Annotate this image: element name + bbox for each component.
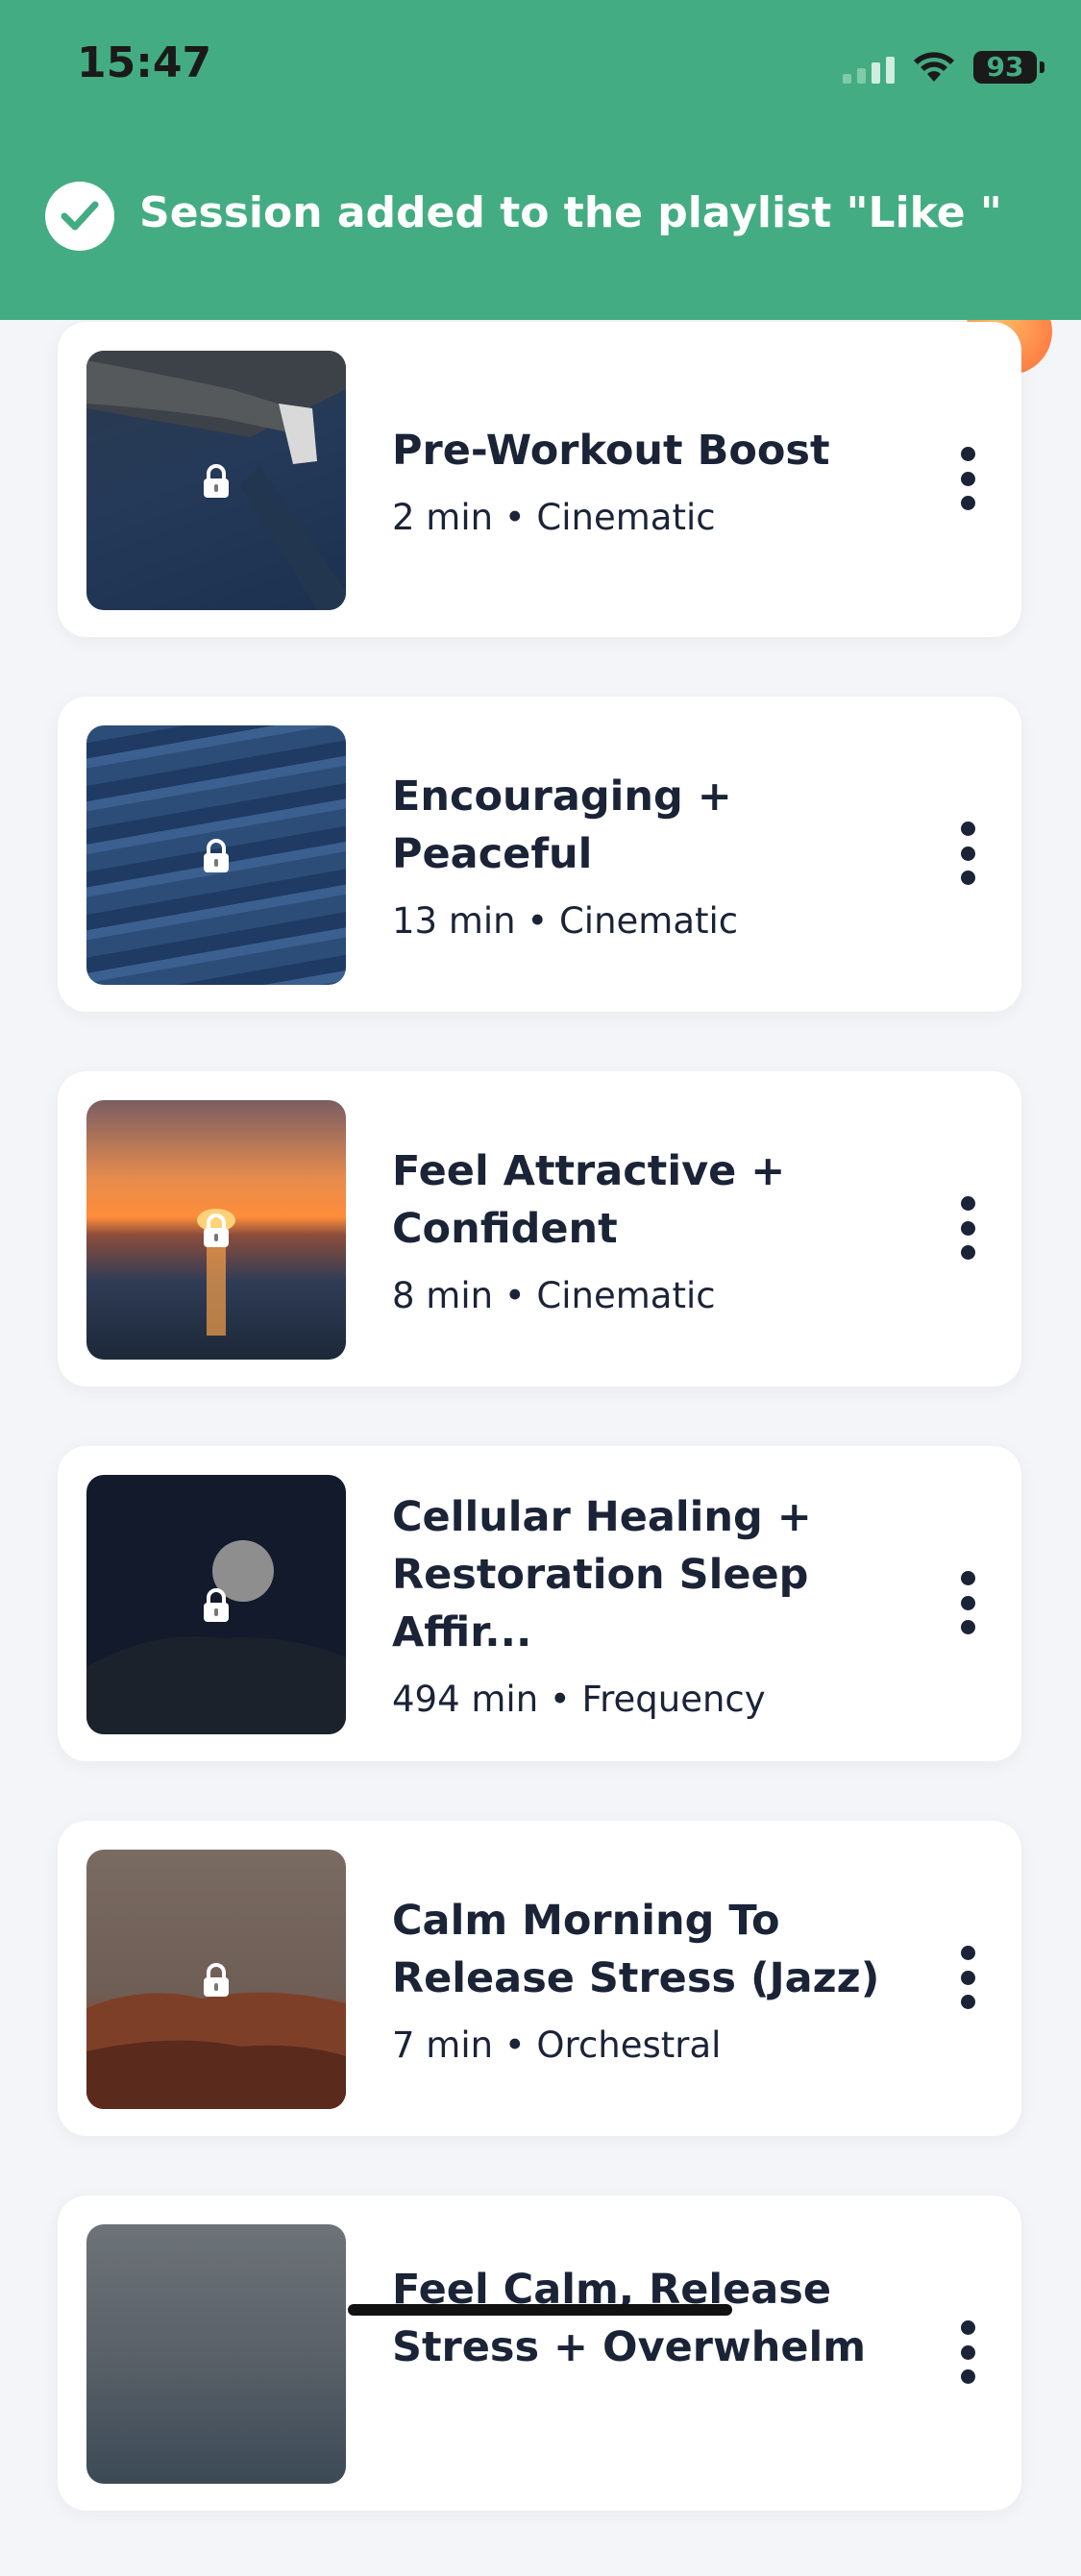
session-title: Calm Morning To Release Stress (Jazz) [392,1896,880,2002]
session-meta: 494 min • Frequency [392,1678,766,1720]
session-card[interactable]: Feel Calm, Release Stress + Overwhelm [58,2196,1021,2511]
toast-banner[interactable]: 15:47 93 Session added to the playlist "… [0,0,1081,320]
cellular-signal-icon [843,51,895,84]
session-meta: 13 min • Cinematic [392,899,739,942]
session-card[interactable]: Pre-Workout Boost 2 min • Cinematic [58,322,1021,637]
more-options-icon[interactable] [960,2320,975,2384]
session-thumbnail [86,1475,346,1734]
more-options-icon[interactable] [960,1196,975,1260]
session-meta: 2 min • Cinematic [392,496,716,538]
session-title: Encouraging + Peaceful [392,772,732,878]
status-time: 15:47 [77,38,212,87]
session-thumbnail [86,1100,346,1360]
session-card[interactable]: Encouraging + Peaceful 13 min • Cinemati… [58,697,1021,1012]
lock-icon [204,464,229,498]
session-title: Feel Attractive + Confident [392,1146,786,1253]
session-card[interactable]: Calm Morning To Release Stress (Jazz) 7 … [58,1821,1021,2136]
lock-icon [204,839,229,872]
more-options-icon[interactable] [960,447,975,510]
more-options-icon[interactable] [960,1571,975,1634]
lock-icon [204,1214,229,1247]
session-thumbnail [86,1850,346,2109]
home-indicator[interactable] [348,2304,732,2316]
session-thumbnail [86,351,346,610]
session-title: Pre-Workout Boost [392,426,830,475]
more-options-icon[interactable] [960,1946,975,2009]
lock-icon [204,1963,229,1997]
session-meta: 8 min • Cinematic [392,1274,716,1316]
session-card[interactable]: Cellular Healing + Restoration Sleep Aff… [58,1446,1021,1761]
session-title: Cellular Healing + Restoration Sleep Aff… [392,1492,812,1656]
session-title: Feel Calm, Release Stress + Overwhelm [392,2266,867,2371]
battery-icon: 93 [973,51,1044,84]
session-card[interactable]: Feel Attractive + Confident 8 min • Cine… [58,1071,1021,1386]
toast-message: Session added to the playlist "Like " [139,188,1002,237]
lock-icon [204,1588,229,1622]
wifi-icon [914,52,954,82]
success-check-icon [45,182,114,251]
status-icons: 93 [843,48,1044,86]
session-thumbnail [86,2224,346,2484]
session-meta: 7 min • Orchestral [392,2024,722,2066]
session-thumbnail [86,725,346,985]
more-options-icon[interactable] [960,822,975,885]
